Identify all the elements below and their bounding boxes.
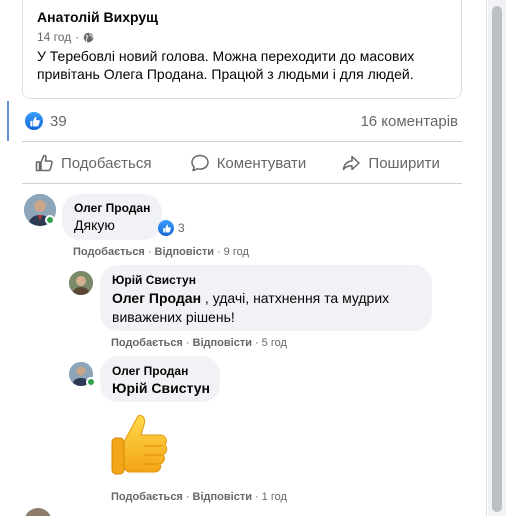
mention-link[interactable]: Олег Продан — [112, 290, 201, 306]
divider — [22, 183, 462, 184]
shared-post-card[interactable]: Анатолій Вихрущ 14 год · У Теребовлі нов… — [22, 0, 462, 99]
avatar[interactable] — [69, 271, 93, 295]
like-label: Подобається — [61, 154, 152, 172]
like-reaction-icon — [158, 220, 174, 236]
comment-like-link[interactable]: Подобається — [111, 491, 183, 503]
comment-meta: Подобається · Відповісти · 1 год — [111, 491, 287, 503]
mention-link[interactable]: Юрій Свистун — [112, 380, 210, 396]
comment-text: Дякую — [74, 217, 115, 233]
comment-button[interactable]: Коментувати — [177, 146, 320, 180]
share-arrow-icon — [343, 155, 361, 171]
reaction-count: 3 — [178, 221, 185, 235]
like-button[interactable]: Подобається — [22, 146, 177, 180]
comment-like-link[interactable]: Подобається — [111, 337, 183, 349]
comment-author[interactable]: Юрій Свистун — [112, 273, 196, 287]
comment-reaction-chip[interactable]: 3 — [158, 220, 185, 236]
comment-bubble: Олег Продан Дякую — [62, 194, 162, 240]
comment-bubble: Олег Продан Юрій Свистун — [100, 356, 220, 402]
globe-icon — [83, 32, 94, 42]
avatar[interactable] — [24, 508, 52, 516]
share-label: Поширити — [368, 154, 440, 172]
comment-meta: Подобається · Відповісти · 5 год — [111, 337, 287, 349]
divider — [22, 141, 462, 142]
shared-post-meta: 14 год · — [37, 30, 94, 44]
like-count[interactable]: 39 — [50, 113, 67, 130]
comment-bubble: Юрій Свистун Олег Продан , удачі, натхне… — [100, 265, 432, 331]
comment-author[interactable]: Олег Продан — [74, 201, 150, 215]
scrollbar-thumb[interactable] — [492, 6, 502, 512]
like-reaction-icon[interactable] — [25, 112, 43, 130]
comment-time[interactable]: 5 год — [262, 337, 287, 349]
share-button[interactable]: Поширити — [319, 146, 462, 180]
thumbs-up-icon — [35, 154, 53, 172]
post-action-bar: Подобається Коментувати Поширити — [22, 146, 462, 180]
shared-post-text: У Теребовлі новий голова. Можна переходи… — [37, 48, 415, 82]
focus-indicator — [7, 101, 9, 141]
comment-label: Коментувати — [216, 154, 307, 172]
comment-icon — [190, 154, 209, 172]
shared-post-time[interactable]: 14 год — [37, 30, 71, 44]
facebook-post-comments: Анатолій Вихрущ 14 год · У Теребовлі нов… — [0, 0, 506, 516]
comment-reply-link[interactable]: Відповісти — [193, 491, 252, 503]
comment-time[interactable]: 9 год — [224, 246, 249, 258]
online-status-indicator — [45, 215, 55, 225]
thumbs-up-sticker[interactable] — [108, 410, 170, 478]
comment-time[interactable]: 1 год — [262, 491, 287, 503]
shared-post-author[interactable]: Анатолій Вихрущ — [37, 9, 158, 25]
comment-meta: Подобається · Відповісти · 9 год — [73, 246, 249, 258]
comment-reply-link[interactable]: Відповісти — [193, 337, 252, 349]
comment-text: Юрій Свистун — [112, 379, 210, 398]
comment-reply-link[interactable]: Відповісти — [155, 246, 214, 258]
comment-count[interactable]: 16 коментарів — [360, 113, 458, 130]
comment-author[interactable]: Олег Продан — [112, 364, 188, 378]
online-status-indicator — [86, 377, 96, 387]
panel-edge — [486, 0, 487, 516]
post-stats-row: 39 16 коментарів — [22, 110, 462, 134]
comment-like-link[interactable]: Подобається — [73, 246, 145, 258]
comment-text: Олег Продан , удачі, натхнення та мудрих… — [112, 290, 390, 325]
